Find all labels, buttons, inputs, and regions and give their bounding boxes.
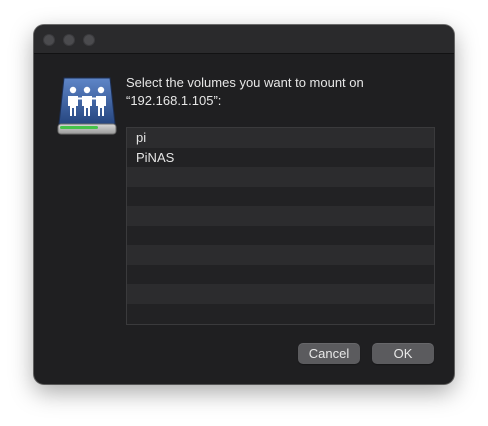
- shared-network-drive-icon: [56, 74, 118, 138]
- prompt-line-1: Select the volumes you want to mount on: [126, 75, 364, 90]
- volume-row[interactable]: PiNAS: [127, 147, 434, 167]
- title-bar: [34, 25, 454, 54]
- prompt-line-2: “192.168.1.105”:: [126, 93, 222, 108]
- empty-row: [127, 284, 434, 304]
- empty-row: [127, 186, 434, 206]
- mount-volumes-dialog: Select the volumes you want to mount on …: [34, 25, 454, 384]
- empty-row: [127, 303, 434, 323]
- empty-row: [127, 264, 434, 284]
- volume-list[interactable]: pi PiNAS: [126, 127, 435, 325]
- ok-button[interactable]: OK: [372, 343, 434, 364]
- zoom-button[interactable]: [83, 34, 95, 46]
- empty-row: [127, 167, 434, 187]
- dialog-prompt: Select the volumes you want to mount on …: [126, 74, 426, 110]
- minimize-button[interactable]: [63, 34, 75, 46]
- cancel-button[interactable]: Cancel: [298, 343, 360, 364]
- empty-row: [127, 206, 434, 226]
- empty-row: [127, 225, 434, 245]
- empty-row: [127, 245, 434, 265]
- volume-row[interactable]: pi: [127, 128, 434, 148]
- close-button[interactable]: [43, 34, 55, 46]
